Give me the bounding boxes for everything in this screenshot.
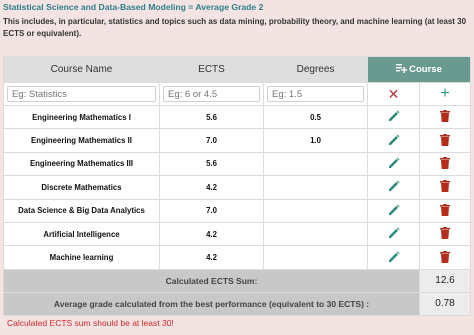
edit-icon[interactable] [388,110,400,124]
delete-icon[interactable] [440,203,450,218]
column-header-degrees: Degrees [263,56,368,83]
delete-icon[interactable] [440,227,450,241]
edit-icon[interactable] [388,157,400,171]
ects-sum-value: 12.6 [418,268,472,293]
column-header-course-name: Course Name [3,56,160,83]
course-degree-cell [263,221,368,247]
delete-icon[interactable] [440,250,450,265]
course-name-cell: Data Science & Big Data Analytics [3,198,160,223]
average-grade-label: Average grade calculated from the best p… [3,291,420,316]
courses-table: Course Name ECTS Degrees Course ✕ + Engi… [3,56,472,316]
edit-icon[interactable] [388,227,400,241]
delete-icon[interactable] [440,110,450,124]
course-degree-cell: 0.5 [263,104,368,130]
average-grade-value: 0.78 [418,291,472,316]
course-row: Engineering Mathematics II 7.0 1.0 [3,128,472,153]
course-name-cell: Engineering Mathematics I [3,104,160,130]
course-degree-cell [263,175,368,200]
degree-input[interactable] [267,86,364,102]
delete-icon[interactable] [440,180,450,194]
ects-warning-message: Calculated ECTS sum should be at least 3… [7,318,174,328]
add-icon[interactable]: + [440,85,449,102]
clear-icon[interactable]: ✕ [388,86,400,102]
course-row: Data Science & Big Data Analytics 7.0 [3,198,472,223]
delete-icon[interactable] [440,156,450,171]
course-ects-cell: 7.0 [159,128,264,153]
course-name-cell: Discrete Mathematics [3,175,160,200]
playlist-add-icon [396,63,408,76]
course-ects-cell: 4.2 [159,221,264,247]
edit-icon[interactable] [388,204,400,218]
course-name-cell: Engineering Mathematics II [3,128,160,153]
edit-icon[interactable] [388,134,400,148]
course-degree-cell [263,245,368,270]
course-name-cell: Engineering Mathematics III [3,151,160,177]
edit-icon[interactable] [388,251,400,265]
edit-icon[interactable] [388,180,400,194]
ects-input[interactable] [163,86,260,102]
course-ects-cell: 4.2 [159,245,264,270]
ects-sum-label: Calculated ECTS Sum: [3,268,420,293]
section-description: This includes, in particular, statistics… [3,17,467,38]
course-name-cell: Artificial Intelligence [3,221,160,247]
course-ects-cell: 7.0 [159,198,264,223]
course-ects-cell: 5.6 [159,151,264,177]
add-course-header-button[interactable]: Course [366,56,472,83]
course-ects-cell: 4.2 [159,175,264,200]
section-title: Statistical Science and Data-Based Model… [3,2,264,12]
course-degree-cell: 1.0 [263,128,368,153]
course-row: Engineering Mathematics I 5.6 0.5 [3,104,472,130]
course-row: Artificial Intelligence 4.2 [3,221,472,247]
add-course-label: Course [409,63,442,75]
course-name-cell: Machine learning [3,245,160,270]
delete-icon[interactable] [440,133,450,148]
course-ects-cell: 5.6 [159,104,264,130]
course-row: Discrete Mathematics 4.2 [3,175,472,200]
course-degree-cell [263,151,368,177]
course-row: Machine learning 4.2 [3,245,472,270]
course-degree-cell [263,198,368,223]
course-name-input[interactable] [7,86,156,102]
course-row: Engineering Mathematics III 5.6 [3,151,472,177]
column-header-ects: ECTS [159,56,264,83]
